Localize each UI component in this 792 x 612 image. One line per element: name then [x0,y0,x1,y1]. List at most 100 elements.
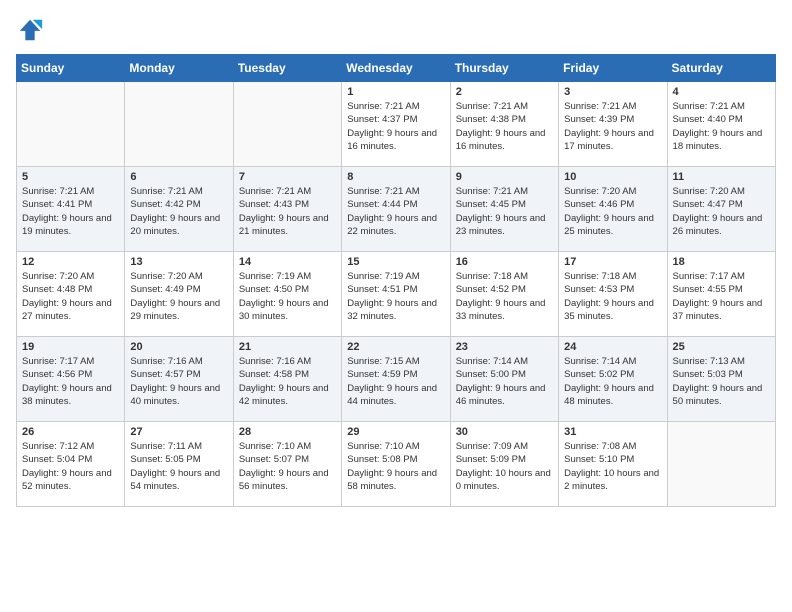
calendar-cell: 12Sunrise: 7:20 AM Sunset: 4:48 PM Dayli… [17,252,125,337]
calendar-cell: 5 Sunrise: 7:21 AM Sunset: 4:41 PM Daylig… [17,167,125,252]
day-info: Sunrise: 7:10 AM Sunset: 5:08 PM Dayligh… [347,440,444,493]
calendar-cell: 25 Sunrise: 7:13 AM Sunset: 5:03 PM Dayli… [667,337,775,422]
day-info: Sunrise: 7:16 AM Sunset: 4:57 PM Dayligh… [130,355,227,408]
day-number: 12 [22,256,119,268]
calendar-cell [667,422,775,507]
calendar-header-row: SundayMondayTuesdayWednesdayThursdayFrid… [17,55,776,82]
calendar-cell: 15Sunrise: 7:19 AM Sunset: 4:51 PM Dayli… [342,252,450,337]
day-of-week-header: Thursday [450,55,558,82]
calendar-cell: 18 Sunrise: 7:17 AM Sunset: 4:55 PM Dayli… [667,252,775,337]
day-info: Sunrise: 7:18 AM Sunset: 4:52 PM Dayligh… [456,270,553,323]
day-info: Sunrise: 7:21 AM Sunset: 4:44 PM Dayligh… [347,185,444,238]
day-number: 13 [130,256,227,268]
day-info: Sunrise: 7:21 AM Sunset: 4:37 PM Dayligh… [347,100,444,153]
day-number: 20 [130,341,227,353]
calendar-cell: 16 Sunrise: 7:18 AM Sunset: 4:52 PM Dayli… [450,252,558,337]
calendar-cell: 7 Sunrise: 7:21 AM Sunset: 4:43 PM Daylig… [233,167,341,252]
calendar-week-row: 5 Sunrise: 7:21 AM Sunset: 4:41 PM Daylig… [17,167,776,252]
day-number: 8 [347,171,444,183]
calendar-cell [233,82,341,167]
day-number: 3 [564,86,661,98]
day-number: 25 [673,341,770,353]
calendar-cell: 17 Sunrise: 7:18 AM Sunset: 4:53 PM Dayli… [559,252,667,337]
day-info: Sunrise: 7:21 AM Sunset: 4:40 PM Dayligh… [673,100,770,153]
day-number: 21 [239,341,336,353]
day-number: 27 [130,426,227,438]
day-of-week-header: Tuesday [233,55,341,82]
calendar-cell: 29 Sunrise: 7:10 AM Sunset: 5:08 PM Dayli… [342,422,450,507]
day-number: 29 [347,426,444,438]
day-number: 10 [564,171,661,183]
calendar-table: SundayMondayTuesdayWednesdayThursdayFrid… [16,54,776,507]
day-number: 24 [564,341,661,353]
day-number: 28 [239,426,336,438]
calendar-cell: 28 Sunrise: 7:10 AM Sunset: 5:07 PM Dayli… [233,422,341,507]
calendar-cell: 4 Sunrise: 7:21 AM Sunset: 4:40 PM Daylig… [667,82,775,167]
day-info: Sunrise: 7:12 AM Sunset: 5:04 PM Dayligh… [22,440,119,493]
day-number: 30 [456,426,553,438]
day-number: 26 [22,426,119,438]
calendar-cell: 24 Sunrise: 7:14 AM Sunset: 5:02 PM Dayli… [559,337,667,422]
day-of-week-header: Wednesday [342,55,450,82]
day-number: 16 [456,256,553,268]
day-number: 18 [673,256,770,268]
day-number: 31 [564,426,661,438]
calendar-week-row: 1Sunrise: 7:21 AM Sunset: 4:37 PM Daylig… [17,82,776,167]
day-number: 5 [22,171,119,183]
day-of-week-header: Monday [125,55,233,82]
calendar-cell: 31 Sunrise: 7:08 AM Sunset: 5:10 PM Dayli… [559,422,667,507]
day-info: Sunrise: 7:11 AM Sunset: 5:05 PM Dayligh… [130,440,227,493]
day-info: Sunrise: 7:17 AM Sunset: 4:55 PM Dayligh… [673,270,770,323]
day-number: 7 [239,171,336,183]
calendar-cell: 8 Sunrise: 7:21 AM Sunset: 4:44 PM Daylig… [342,167,450,252]
calendar-cell: 21 Sunrise: 7:16 AM Sunset: 4:58 PM Dayli… [233,337,341,422]
logo-icon [16,16,44,44]
calendar-week-row: 26 Sunrise: 7:12 AM Sunset: 5:04 PM Dayli… [17,422,776,507]
day-info: Sunrise: 7:21 AM Sunset: 4:43 PM Dayligh… [239,185,336,238]
day-info: Sunrise: 7:15 AM Sunset: 4:59 PM Dayligh… [347,355,444,408]
calendar-cell: 1Sunrise: 7:21 AM Sunset: 4:37 PM Daylig… [342,82,450,167]
logo [16,16,48,44]
day-number: 6 [130,171,227,183]
calendar-cell: 10 Sunrise: 7:20 AM Sunset: 4:46 PM Dayli… [559,167,667,252]
day-number: 17 [564,256,661,268]
day-info: Sunrise: 7:21 AM Sunset: 4:38 PM Dayligh… [456,100,553,153]
day-info: Sunrise: 7:21 AM Sunset: 4:41 PM Dayligh… [22,185,119,238]
day-info: Sunrise: 7:13 AM Sunset: 5:03 PM Dayligh… [673,355,770,408]
day-info: Sunrise: 7:20 AM Sunset: 4:49 PM Dayligh… [130,270,227,323]
calendar-cell: 11Sunrise: 7:20 AM Sunset: 4:47 PM Dayli… [667,167,775,252]
calendar-cell: 6 Sunrise: 7:21 AM Sunset: 4:42 PM Daylig… [125,167,233,252]
day-info: Sunrise: 7:17 AM Sunset: 4:56 PM Dayligh… [22,355,119,408]
calendar-cell: 13 Sunrise: 7:20 AM Sunset: 4:49 PM Dayli… [125,252,233,337]
day-info: Sunrise: 7:20 AM Sunset: 4:46 PM Dayligh… [564,185,661,238]
calendar-cell: 3 Sunrise: 7:21 AM Sunset: 4:39 PM Daylig… [559,82,667,167]
calendar-cell: 19Sunrise: 7:17 AM Sunset: 4:56 PM Dayli… [17,337,125,422]
day-info: Sunrise: 7:10 AM Sunset: 5:07 PM Dayligh… [239,440,336,493]
day-info: Sunrise: 7:21 AM Sunset: 4:42 PM Dayligh… [130,185,227,238]
day-number: 14 [239,256,336,268]
calendar-cell: 26 Sunrise: 7:12 AM Sunset: 5:04 PM Dayli… [17,422,125,507]
day-info: Sunrise: 7:21 AM Sunset: 4:39 PM Dayligh… [564,100,661,153]
day-of-week-header: Saturday [667,55,775,82]
calendar-cell: 30 Sunrise: 7:09 AM Sunset: 5:09 PM Dayli… [450,422,558,507]
day-info: Sunrise: 7:16 AM Sunset: 4:58 PM Dayligh… [239,355,336,408]
day-info: Sunrise: 7:08 AM Sunset: 5:10 PM Dayligh… [564,440,661,493]
calendar-cell: 14Sunrise: 7:19 AM Sunset: 4:50 PM Dayli… [233,252,341,337]
calendar-cell [17,82,125,167]
day-of-week-header: Friday [559,55,667,82]
day-of-week-header: Sunday [17,55,125,82]
calendar-cell: 20 Sunrise: 7:16 AM Sunset: 4:57 PM Dayli… [125,337,233,422]
day-number: 23 [456,341,553,353]
day-info: Sunrise: 7:14 AM Sunset: 5:02 PM Dayligh… [564,355,661,408]
day-info: Sunrise: 7:18 AM Sunset: 4:53 PM Dayligh… [564,270,661,323]
day-number: 4 [673,86,770,98]
day-number: 22 [347,341,444,353]
day-info: Sunrise: 7:19 AM Sunset: 4:51 PM Dayligh… [347,270,444,323]
calendar-cell: 27 Sunrise: 7:11 AM Sunset: 5:05 PM Dayli… [125,422,233,507]
calendar-week-row: 19Sunrise: 7:17 AM Sunset: 4:56 PM Dayli… [17,337,776,422]
calendar-cell: 22 Sunrise: 7:15 AM Sunset: 4:59 PM Dayli… [342,337,450,422]
day-info: Sunrise: 7:09 AM Sunset: 5:09 PM Dayligh… [456,440,553,493]
day-info: Sunrise: 7:20 AM Sunset: 4:47 PM Dayligh… [673,185,770,238]
calendar-cell: 2Sunrise: 7:21 AM Sunset: 4:38 PM Daylig… [450,82,558,167]
calendar-week-row: 12Sunrise: 7:20 AM Sunset: 4:48 PM Dayli… [17,252,776,337]
